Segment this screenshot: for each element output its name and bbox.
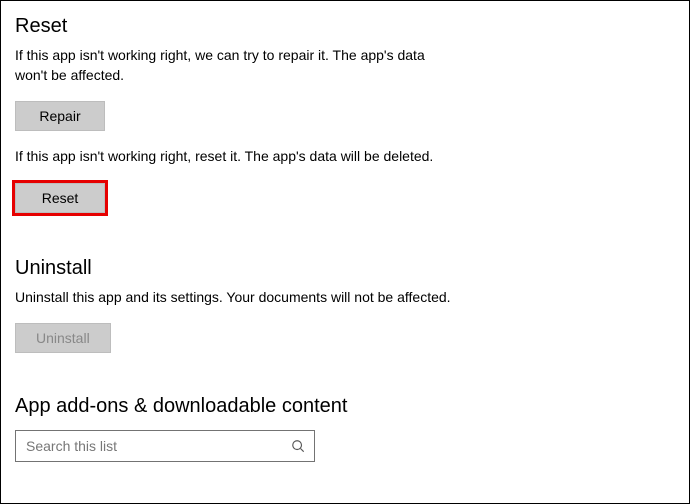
reset-section: Reset If this app isn't working right, w… [15,15,675,213]
uninstall-heading: Uninstall [15,257,675,280]
repair-description: If this app isn't working right, we can … [15,46,455,85]
reset-button[interactable]: Reset [15,183,105,213]
reset-description: If this app isn't working right, reset i… [15,147,455,167]
search-wrapper [15,430,315,462]
reset-heading: Reset [15,15,675,38]
uninstall-description: Uninstall this app and its settings. You… [15,288,455,308]
uninstall-button[interactable]: Uninstall [15,323,111,353]
addons-heading: App add-ons & downloadable content [15,395,675,418]
repair-button[interactable]: Repair [15,101,105,131]
addons-section: App add-ons & downloadable content [15,395,675,462]
search-input[interactable] [15,430,315,462]
uninstall-section: Uninstall Uninstall this app and its set… [15,257,675,354]
